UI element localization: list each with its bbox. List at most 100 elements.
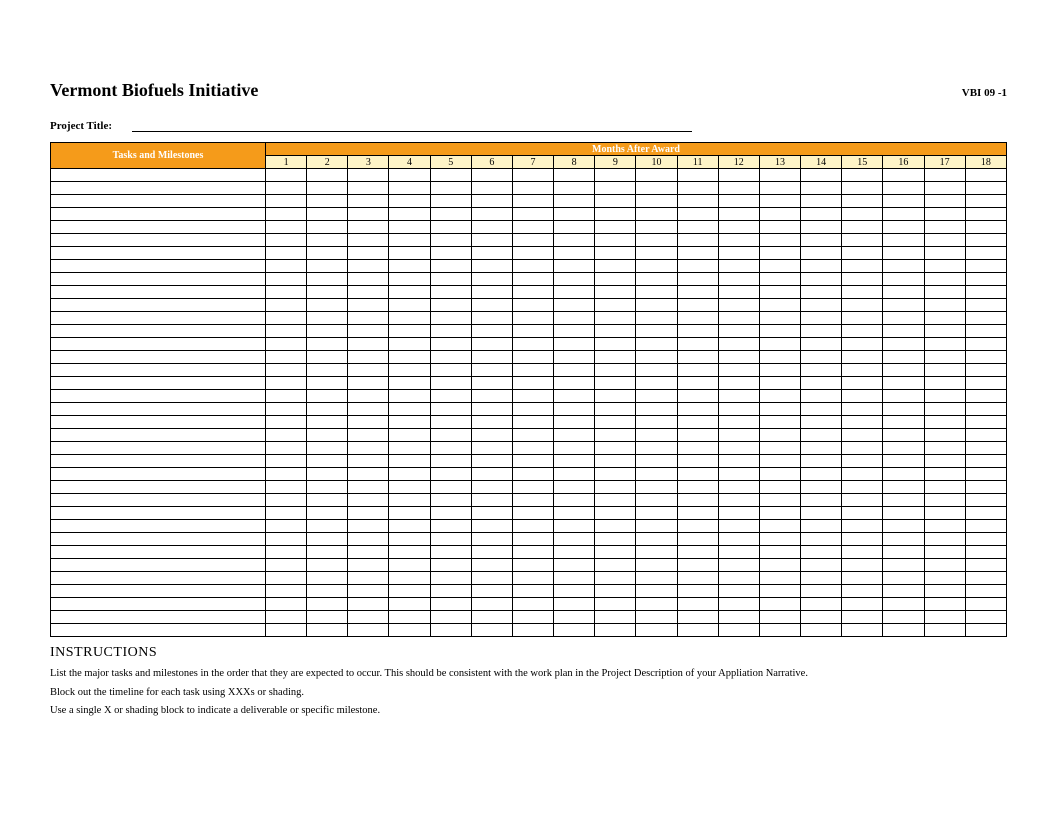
month-cell[interactable] — [718, 416, 759, 429]
month-cell[interactable] — [924, 286, 965, 299]
month-cell[interactable] — [512, 585, 553, 598]
month-cell[interactable] — [266, 195, 307, 208]
month-cell[interactable] — [389, 624, 430, 637]
month-cell[interactable] — [554, 247, 595, 260]
month-cell[interactable] — [636, 546, 677, 559]
task-cell[interactable] — [51, 377, 266, 390]
month-cell[interactable] — [965, 468, 1006, 481]
month-cell[interactable] — [348, 546, 389, 559]
month-cell[interactable] — [430, 611, 471, 624]
month-cell[interactable] — [718, 286, 759, 299]
month-cell[interactable] — [636, 468, 677, 481]
month-cell[interactable] — [842, 299, 883, 312]
month-cell[interactable] — [924, 364, 965, 377]
month-cell[interactable] — [636, 533, 677, 546]
month-cell[interactable] — [307, 325, 348, 338]
month-cell[interactable] — [266, 208, 307, 221]
month-cell[interactable] — [759, 312, 800, 325]
month-cell[interactable] — [307, 572, 348, 585]
month-cell[interactable] — [595, 572, 636, 585]
task-cell[interactable] — [51, 234, 266, 247]
month-cell[interactable] — [801, 507, 842, 520]
month-cell[interactable] — [307, 377, 348, 390]
month-cell[interactable] — [718, 468, 759, 481]
month-cell[interactable] — [471, 455, 512, 468]
month-cell[interactable] — [883, 221, 924, 234]
month-cell[interactable] — [430, 364, 471, 377]
month-cell[interactable] — [636, 416, 677, 429]
month-cell[interactable] — [883, 208, 924, 221]
month-cell[interactable] — [883, 520, 924, 533]
month-cell[interactable] — [389, 247, 430, 260]
month-cell[interactable] — [636, 338, 677, 351]
month-cell[interactable] — [471, 598, 512, 611]
month-cell[interactable] — [348, 481, 389, 494]
month-cell[interactable] — [430, 598, 471, 611]
month-cell[interactable] — [677, 494, 718, 507]
month-cell[interactable] — [266, 260, 307, 273]
month-cell[interactable] — [718, 208, 759, 221]
month-cell[interactable] — [554, 234, 595, 247]
month-cell[interactable] — [266, 351, 307, 364]
month-cell[interactable] — [512, 247, 553, 260]
month-cell[interactable] — [965, 247, 1006, 260]
month-cell[interactable] — [718, 611, 759, 624]
month-cell[interactable] — [512, 572, 553, 585]
month-cell[interactable] — [266, 572, 307, 585]
month-cell[interactable] — [636, 299, 677, 312]
month-cell[interactable] — [430, 520, 471, 533]
month-cell[interactable] — [389, 234, 430, 247]
month-cell[interactable] — [595, 585, 636, 598]
task-cell[interactable] — [51, 481, 266, 494]
month-cell[interactable] — [801, 273, 842, 286]
month-cell[interactable] — [883, 624, 924, 637]
month-cell[interactable] — [348, 364, 389, 377]
month-cell[interactable] — [512, 533, 553, 546]
month-cell[interactable] — [266, 234, 307, 247]
month-cell[interactable] — [842, 247, 883, 260]
month-cell[interactable] — [595, 455, 636, 468]
month-cell[interactable] — [512, 611, 553, 624]
month-cell[interactable] — [636, 520, 677, 533]
month-cell[interactable] — [430, 247, 471, 260]
month-cell[interactable] — [759, 624, 800, 637]
month-cell[interactable] — [595, 481, 636, 494]
month-cell[interactable] — [759, 507, 800, 520]
month-cell[interactable] — [389, 182, 430, 195]
month-cell[interactable] — [430, 390, 471, 403]
month-cell[interactable] — [801, 247, 842, 260]
month-cell[interactable] — [430, 403, 471, 416]
month-cell[interactable] — [677, 507, 718, 520]
month-cell[interactable] — [389, 312, 430, 325]
month-cell[interactable] — [307, 286, 348, 299]
month-cell[interactable] — [471, 416, 512, 429]
month-cell[interactable] — [554, 403, 595, 416]
month-cell[interactable] — [801, 182, 842, 195]
month-cell[interactable] — [389, 208, 430, 221]
month-cell[interactable] — [801, 364, 842, 377]
month-cell[interactable] — [307, 546, 348, 559]
month-cell[interactable] — [266, 468, 307, 481]
month-cell[interactable] — [842, 494, 883, 507]
month-cell[interactable] — [759, 403, 800, 416]
month-cell[interactable] — [842, 429, 883, 442]
month-cell[interactable] — [471, 299, 512, 312]
month-cell[interactable] — [389, 325, 430, 338]
month-cell[interactable] — [307, 403, 348, 416]
month-cell[interactable] — [924, 520, 965, 533]
month-cell[interactable] — [266, 390, 307, 403]
month-cell[interactable] — [924, 507, 965, 520]
month-cell[interactable] — [595, 429, 636, 442]
month-cell[interactable] — [965, 572, 1006, 585]
month-cell[interactable] — [512, 429, 553, 442]
month-cell[interactable] — [924, 312, 965, 325]
task-cell[interactable] — [51, 221, 266, 234]
month-cell[interactable] — [924, 611, 965, 624]
month-cell[interactable] — [924, 182, 965, 195]
month-cell[interactable] — [801, 429, 842, 442]
month-cell[interactable] — [471, 559, 512, 572]
month-cell[interactable] — [924, 416, 965, 429]
month-cell[interactable] — [636, 351, 677, 364]
month-cell[interactable] — [636, 429, 677, 442]
month-cell[interactable] — [924, 351, 965, 364]
